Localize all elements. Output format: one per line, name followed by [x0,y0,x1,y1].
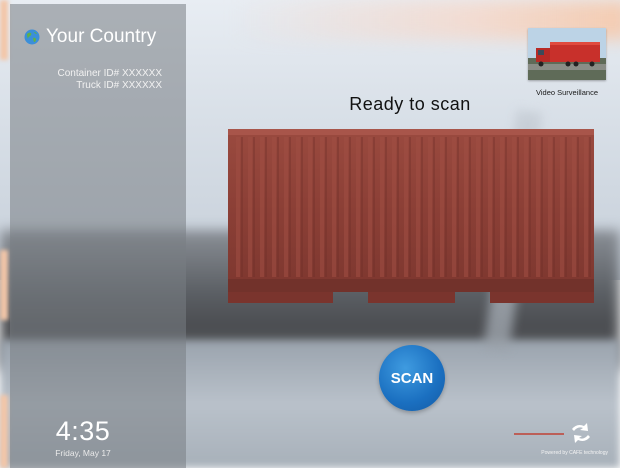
brand-logo-icon [568,420,594,446]
brand-accent-line [514,433,564,435]
info-panel: Your Country Container ID# XXXXXX Truck … [10,4,186,468]
container-id: Container ID# XXXXXX [57,68,163,79]
shipping-container [228,129,594,303]
video-surveillance-label: Video Surveillance [536,88,598,97]
country-title: Your Country [24,26,156,48]
video-surveillance-thumbnail[interactable] [528,28,606,80]
powered-by-text: Powered by CAFE technology [541,450,608,456]
container-graphic [228,129,594,303]
edge-accent [0,395,8,468]
clock: 4:35 Friday, May 17 [10,416,156,458]
truck-id: Truck ID# XXXXXX [76,80,162,91]
edge-accent [0,250,8,320]
scan-button[interactable]: SCAN [379,345,445,411]
clock-date: Friday, May 17 [55,448,111,458]
clock-time: 4:35 [55,416,111,446]
edge-accent [0,0,8,60]
globe-icon [24,29,40,45]
country-name: Your Country [46,26,157,47]
truck-thumbnail [528,28,606,80]
scan-status: Ready to scan [349,94,471,114]
kiosk-screen: Your Country Container ID# XXXXXX Truck … [0,0,620,468]
